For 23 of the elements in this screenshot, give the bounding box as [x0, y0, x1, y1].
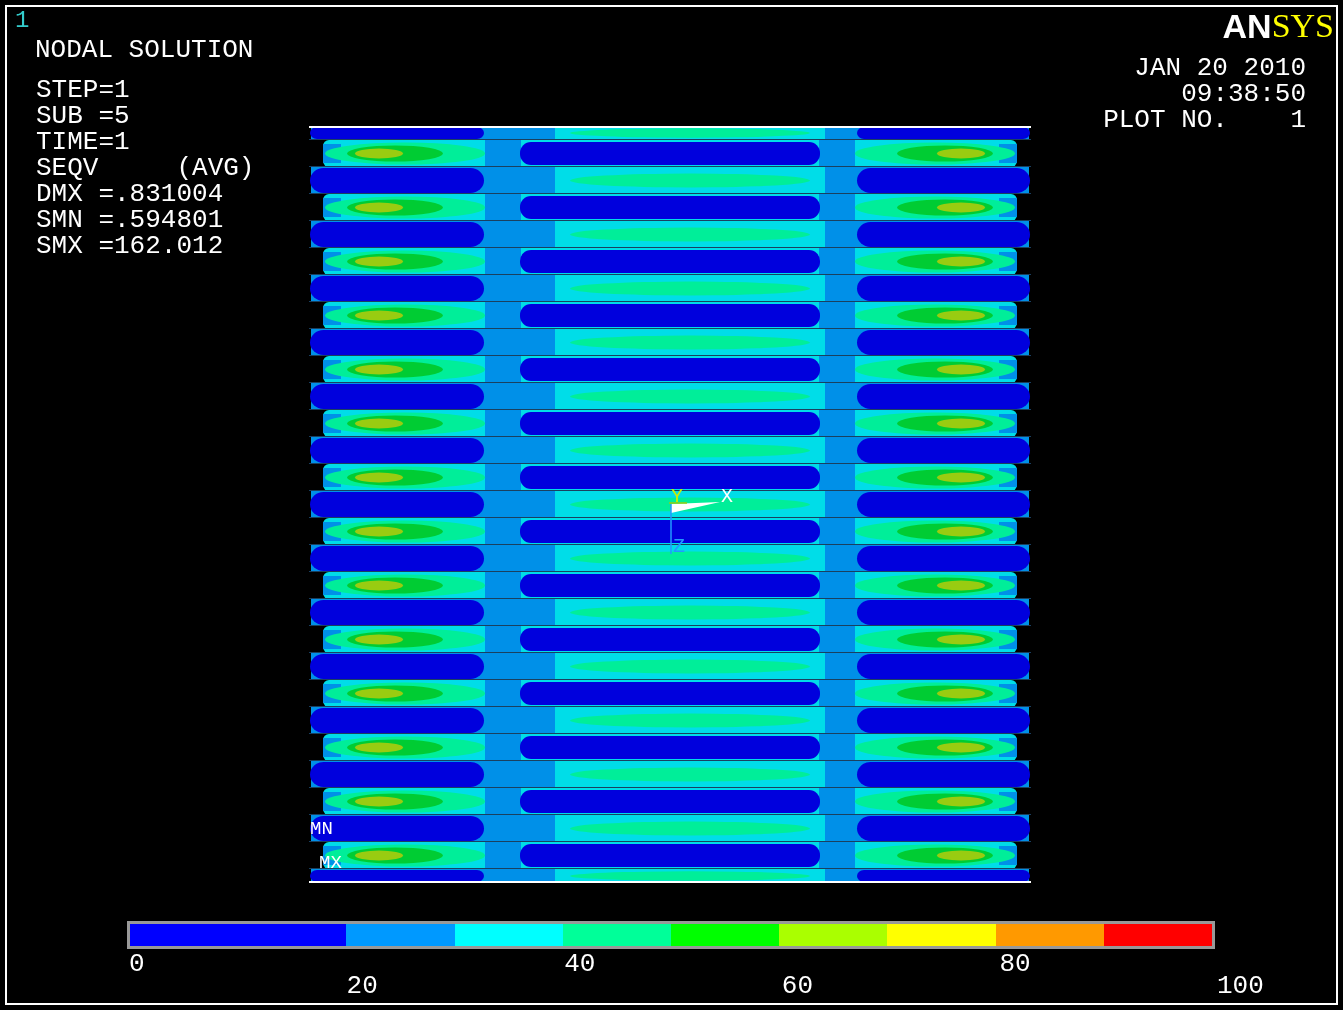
axis-label: Y: [671, 485, 683, 508]
time-text: 09:38:50: [1181, 81, 1306, 107]
axis-label: X: [721, 485, 733, 508]
result-info-line: DMX =.831004: [36, 181, 224, 207]
min-marker-label: MN: [310, 818, 333, 840]
result-info-line: SMN =.594801: [36, 207, 224, 233]
scale-tick-label: 100: [1217, 973, 1264, 999]
viewport-number: 1: [15, 7, 30, 33]
result-info-line: STEP=1: [36, 77, 130, 103]
date-text: JAN 20 2010: [1134, 55, 1306, 81]
axis-triad-drawing: [668, 502, 720, 555]
scale-tick-label: 40: [564, 951, 596, 977]
result-info-line: SMX =162.012: [36, 233, 224, 259]
plot-title: NODAL SOLUTION: [35, 37, 254, 63]
result-info-line: SUB =5: [36, 103, 130, 129]
scale-tick-label: 0: [129, 951, 145, 977]
scale-tick-label: 20: [346, 973, 378, 999]
scale-tick-label: 80: [999, 951, 1031, 977]
plot-number-text: PLOT NO. 1: [1103, 107, 1306, 133]
scale-tick-label: 60: [781, 973, 813, 999]
result-info-line: SEQV (AVG): [36, 155, 255, 181]
result-info-line: TIME=1: [36, 129, 130, 155]
logo: ANSYS: [1222, 9, 1335, 43]
